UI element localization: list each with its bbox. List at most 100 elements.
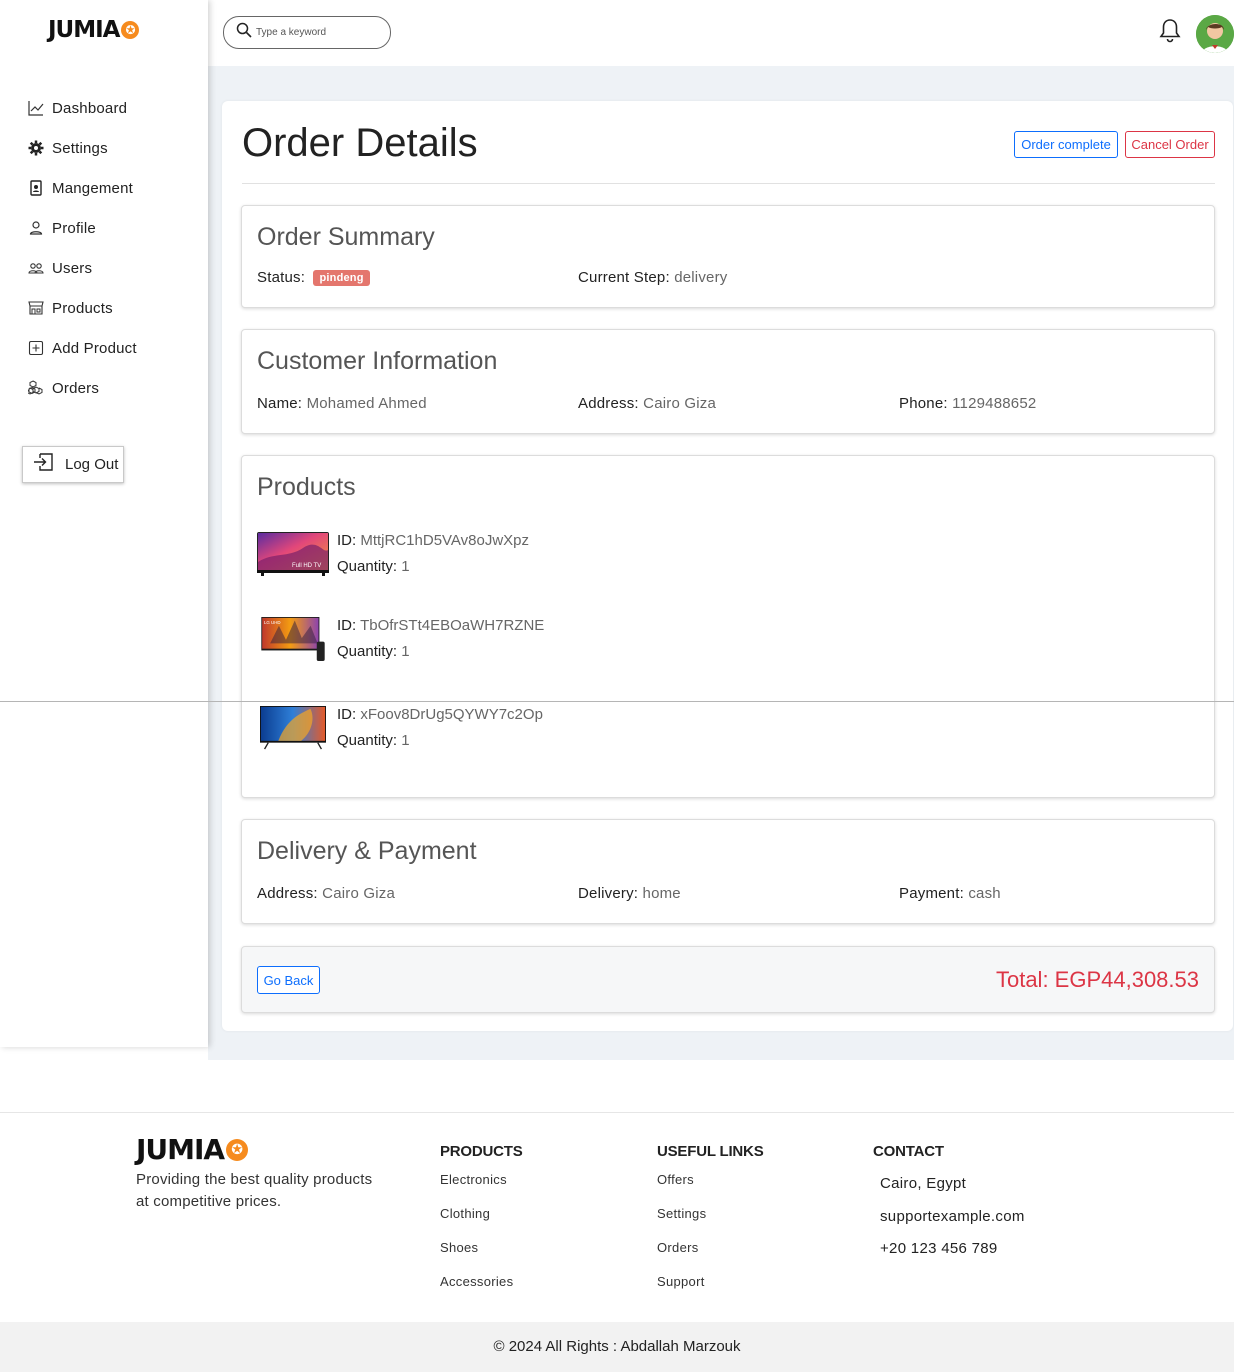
sidebar-item-label: Dashboard (52, 99, 128, 117)
delivery-payment-heading: Delivery & Payment (257, 837, 477, 865)
logo-text: JUMIA (48, 17, 120, 43)
chart-line-icon (27, 99, 45, 117)
sidebar-item-label: Settings (52, 139, 108, 157)
product-quantity-field: Quantity: 1 (337, 732, 410, 749)
footer-products-column: PRODUCTS Electronics Clothing Shoes Acce… (440, 1143, 523, 1308)
sidebar-item-products[interactable]: Products (27, 288, 137, 328)
logout-icon (33, 453, 55, 476)
go-back-button[interactable]: Go Back (257, 966, 320, 994)
sidebar-item-users[interactable]: Users (27, 248, 137, 288)
jumia-logo[interactable]: JUMIA ✪ (48, 17, 140, 43)
title-divider (242, 183, 1215, 184)
customer-address-field: Address: Cairo Giza (578, 395, 716, 412)
delivery-method-label: Delivery: (578, 885, 639, 902)
footer-useful-links-column: USEFUL LINKS Offers Settings Orders Supp… (657, 1143, 764, 1308)
footer-link-accessories[interactable]: Accessories (440, 1274, 523, 1308)
footer-logo-star-icon: ✪ (226, 1138, 249, 1161)
search-box[interactable] (223, 16, 391, 49)
sidebar-item-settings[interactable]: Settings (27, 128, 137, 168)
avatar[interactable] (1196, 15, 1234, 53)
payment-method-value: cash (968, 885, 1001, 902)
products-section: Products Full HD TV ID: MttjRC1hD5VAv8oJ… (241, 455, 1215, 798)
footer-link-offers[interactable]: Offers (657, 1172, 764, 1206)
product-thumbnail-tv-1: Full HD TV (257, 532, 329, 576)
cancel-order-button[interactable]: Cancel Order (1125, 131, 1215, 158)
product-id-label: ID: (337, 617, 357, 634)
product-quantity-label: Quantity: (337, 732, 398, 749)
footer-link-shoes[interactable]: Shoes (440, 1240, 523, 1274)
product-quantity-field: Quantity: 1 (337, 558, 410, 575)
payment-method-label: Payment: (899, 885, 964, 902)
order-total: Total: EGP44,308.53 (995, 967, 1199, 992)
product-id-label: ID: (337, 706, 357, 723)
product-id-label: ID: (337, 532, 357, 549)
order-details-card: Order Details Order complete Cancel Orde… (222, 101, 1233, 1031)
product-id-field: ID: MttjRC1hD5VAv8oJwXpz (337, 532, 529, 549)
sidebar-item-dashboard[interactable]: Dashboard (27, 88, 137, 128)
customer-phone-field: Phone: 1129488652 (899, 395, 1036, 412)
order-summary-heading: Order Summary (257, 223, 435, 251)
search-input[interactable] (256, 27, 376, 38)
customer-information-heading: Customer Information (257, 347, 498, 375)
footer-link-settings[interactable]: Settings (657, 1206, 764, 1240)
plus-square-icon (27, 339, 45, 357)
sidebar-item-profile[interactable]: Profile (27, 208, 137, 248)
sidebar-item-add-product[interactable]: Add Product (27, 328, 137, 368)
customer-name-field: Name: Mohamed Ahmed (257, 395, 427, 412)
person-icon (27, 219, 45, 237)
current-step-label: Current Step: (578, 269, 670, 286)
bell-icon[interactable] (1158, 18, 1182, 49)
footer-contact-heading: CONTACT (873, 1143, 944, 1160)
id-card-icon (27, 179, 45, 197)
copyright-bar: © 2024 All Rights : Abdallah Marzouk (0, 1322, 1234, 1372)
product-quantity-label: Quantity: (337, 643, 398, 660)
payment-method-field: Payment: cash (899, 885, 1001, 902)
footer-link-clothing[interactable]: Clothing (440, 1206, 523, 1240)
current-step-value: delivery (674, 269, 728, 286)
footer-link-support[interactable]: Support (657, 1274, 764, 1308)
sidebar-item-label: Profile (52, 219, 96, 237)
order-footer-bar: Go Back Total: EGP44,308.53 (241, 946, 1215, 1013)
contact-phone[interactable]: +20 123 456 789 (880, 1240, 998, 1257)
logout-button[interactable]: Log Out (22, 446, 124, 483)
products-heading: Products (257, 473, 356, 501)
order-complete-button[interactable]: Order complete (1014, 131, 1118, 158)
boxes-icon (27, 379, 45, 397)
delivery-method-field: Delivery: home (578, 885, 681, 902)
footer-link-electronics[interactable]: Electronics (440, 1172, 523, 1206)
sidebar-nav: Dashboard Settings Mangement Profile Use… (27, 88, 137, 408)
status-field: Status: pindeng (257, 269, 370, 287)
contact-city: Cairo, Egypt (880, 1175, 967, 1192)
footer-logo[interactable]: JUMIA ✪ (136, 1133, 249, 1166)
search-icon (236, 22, 252, 43)
footer-link-orders[interactable]: Orders (657, 1240, 764, 1274)
delivery-address-value: Cairo Giza (322, 885, 396, 902)
delivery-address-label: Address: (257, 885, 318, 902)
sidebar-item-label: Orders (52, 379, 100, 397)
contact-email[interactable]: supportexample.com (880, 1208, 1025, 1225)
sidebar-item-orders[interactable]: Orders (27, 368, 137, 408)
status-label: Status: (257, 269, 306, 286)
product-id-value: xFoov8DrUg5QYWY7c2Op (360, 706, 543, 723)
product-id-value: MttjRC1hD5VAv8oJwXpz (360, 532, 530, 549)
sidebar-item-label: Add Product (52, 339, 137, 357)
page-title: Order Details (242, 121, 478, 165)
footer-useful-heading: USEFUL LINKS (657, 1143, 764, 1160)
page-divider-line (0, 701, 1234, 702)
footer-contact-column: CONTACT (873, 1143, 944, 1172)
footer-logo-text: JUMIA (136, 1133, 225, 1166)
sidebar-item-mangement[interactable]: Mangement (27, 168, 137, 208)
sidebar-item-label: Products (52, 299, 113, 317)
tv-badge-text: LG UHD (264, 620, 281, 625)
logout-label: Log Out (65, 456, 119, 473)
product-quantity-value: 1 (401, 643, 410, 660)
status-badge: pindeng (313, 270, 370, 287)
product-quantity-value: 1 (401, 732, 410, 749)
sidebar-item-label: Users (52, 259, 93, 277)
shop-icon (27, 299, 45, 317)
logo-star-icon: ✪ (121, 21, 140, 39)
delivery-method-value: home (642, 885, 681, 902)
site-footer: JUMIA ✪ Providing the best quality produ… (0, 1112, 1234, 1322)
customer-phone-label: Phone: (899, 395, 948, 412)
product-thumbnail-tv-2: LG UHD (261, 617, 325, 661)
